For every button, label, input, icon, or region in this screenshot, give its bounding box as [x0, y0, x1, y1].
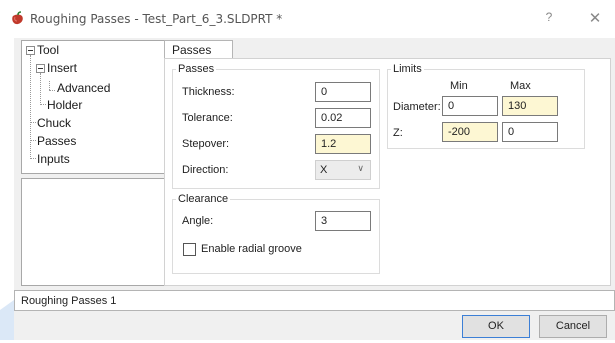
limits-min-header: Min — [450, 80, 468, 92]
status-bar: Roughing Passes 1 — [14, 290, 615, 311]
passes-group: Passes Thickness: 0 Tolerance: 0.02 Step… — [172, 63, 380, 189]
thickness-label: Thickness: — [182, 86, 235, 98]
radial-groove-checkbox[interactable] — [183, 243, 196, 256]
title-bar: Roughing Passes - Test_Part_6_3.SLDPRT *… — [0, 0, 615, 38]
limits-group: Limits Min Max Diameter: 0 130 Z: -200 0 — [387, 63, 585, 149]
diameter-max-field[interactable]: 130 — [502, 96, 558, 116]
tree-item-chuck[interactable]: Chuck — [37, 116, 71, 130]
close-button[interactable]: ✕ — [586, 9, 604, 27]
diameter-label: Diameter: — [393, 101, 441, 113]
limits-max-header: Max — [510, 80, 531, 92]
tree-expander-tool[interactable] — [26, 46, 35, 55]
tolerance-field[interactable]: 0.02 — [315, 108, 371, 128]
pepper-app-icon — [10, 11, 26, 27]
ok-button[interactable]: OK — [462, 315, 530, 338]
z-max-field[interactable]: 0 — [502, 122, 558, 142]
tab-panel: Passes Thickness: 0 Tolerance: 0.02 Step… — [164, 58, 611, 286]
direction-label: Direction: — [182, 164, 229, 176]
clearance-group: Clearance Angle: 3 Enable radial groove — [172, 193, 380, 274]
preview-pane — [21, 178, 168, 286]
stepover-label: Stepover: — [182, 138, 230, 150]
stepover-field[interactable]: 1.2 — [315, 134, 371, 154]
radial-groove-label[interactable]: Enable radial groove — [201, 243, 302, 255]
direction-select[interactable]: X ∨ — [315, 160, 371, 180]
passes-group-title: Passes — [176, 63, 217, 75]
angle-label: Angle: — [182, 215, 214, 227]
tab-passes[interactable]: Passes — [164, 40, 233, 59]
tree-item-inputs[interactable]: Inputs — [37, 152, 70, 166]
window-title: Roughing Passes - Test_Part_6_3.SLDPRT * — [30, 12, 283, 26]
background-artifact — [0, 300, 14, 340]
limits-group-title: Limits — [391, 63, 424, 75]
thickness-field[interactable]: 0 — [315, 82, 371, 102]
angle-field[interactable]: 3 — [315, 211, 371, 231]
z-min-field[interactable]: -200 — [442, 122, 498, 142]
dialog-body: Tool Insert Advanced Holder Chuck Passes… — [14, 38, 615, 340]
tree-item-insert[interactable]: Insert — [47, 61, 77, 75]
navigation-tree: Tool Insert Advanced Holder Chuck Passes… — [21, 40, 168, 174]
tree-item-holder[interactable]: Holder — [47, 98, 82, 112]
chevron-down-icon: ∨ — [357, 163, 364, 173]
z-label: Z: — [393, 127, 403, 139]
clearance-group-title: Clearance — [176, 193, 231, 205]
cancel-button[interactable]: Cancel — [539, 315, 607, 338]
help-button[interactable]: ? — [541, 10, 557, 28]
diameter-min-field[interactable]: 0 — [442, 96, 498, 116]
tolerance-label: Tolerance: — [182, 112, 233, 124]
tree-item-passes[interactable]: Passes — [37, 134, 76, 148]
direction-value: X — [320, 164, 328, 176]
tree-expander-insert[interactable] — [36, 64, 45, 73]
tree-item-advanced[interactable]: Advanced — [57, 81, 110, 95]
tree-item-tool[interactable]: Tool — [37, 43, 59, 57]
